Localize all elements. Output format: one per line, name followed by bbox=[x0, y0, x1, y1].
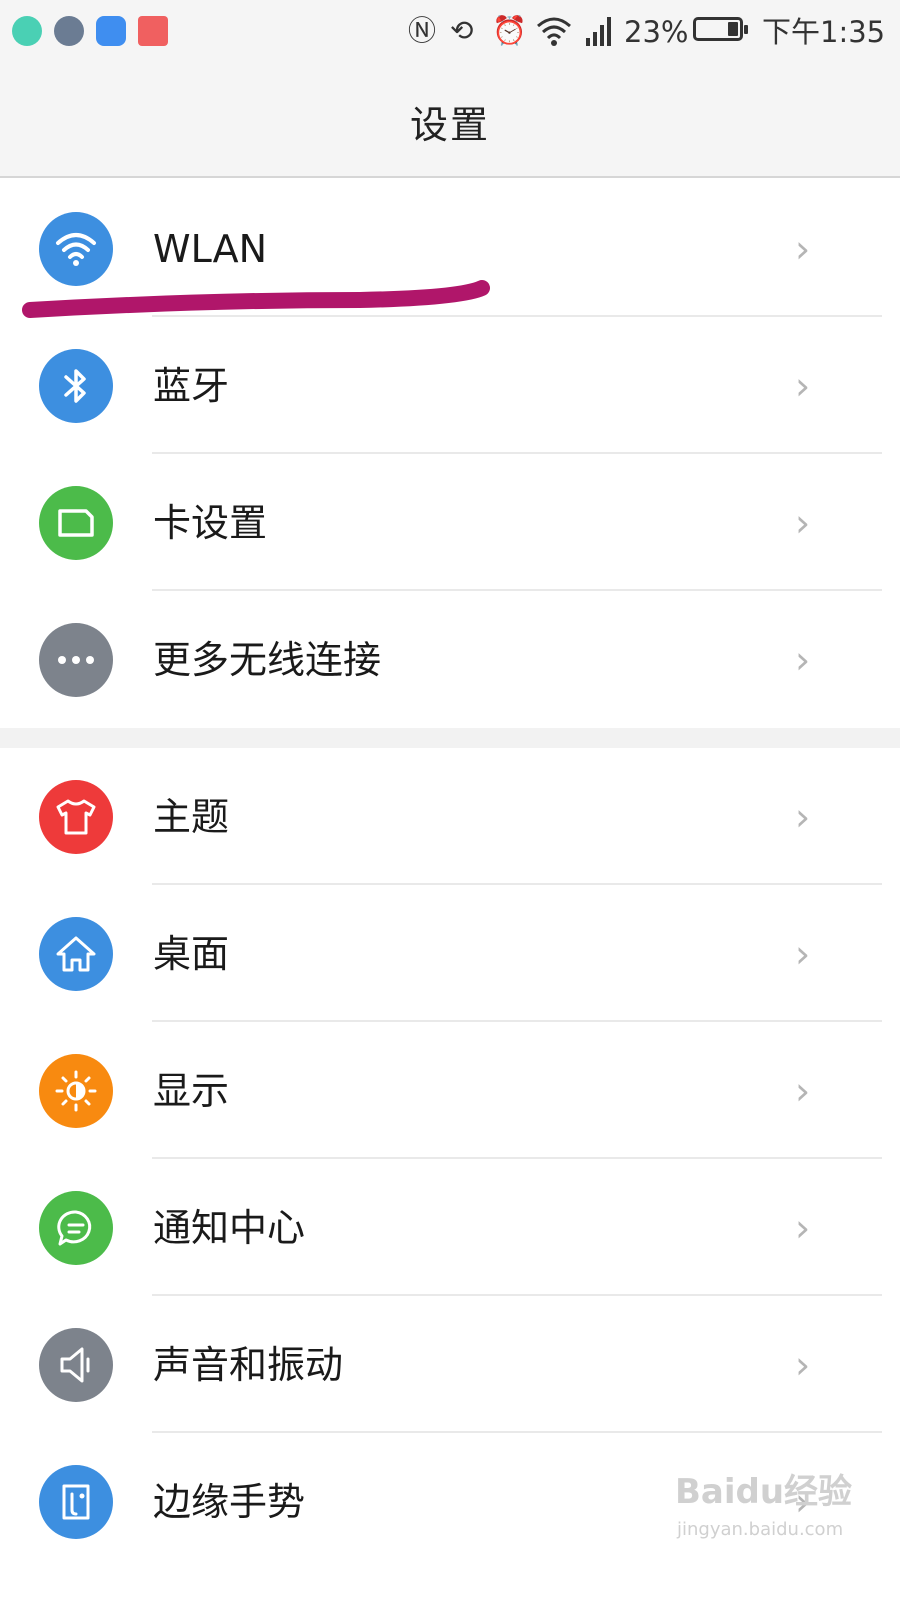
rotation-icon: ⟲ bbox=[450, 14, 474, 47]
settings-item-label: 卡设置 bbox=[153, 501, 268, 545]
settings-group-connectivity: WLAN › 蓝牙 › 卡设置 › 更多无线连接 › bbox=[0, 180, 900, 728]
app-notification-icon bbox=[12, 16, 42, 46]
settings-item-desktop[interactable]: 桌面 › bbox=[0, 885, 900, 1022]
watermark-logo: Baidu经验 bbox=[675, 1472, 853, 1512]
chevron-right-icon: › bbox=[795, 638, 811, 682]
settings-item-label: 桌面 bbox=[153, 932, 230, 976]
brightness-icon bbox=[39, 1054, 113, 1128]
status-bar: Ⓝ ⟲ ⏰ 23% 下午1:35 bbox=[0, 0, 900, 64]
title-bar: 设置 bbox=[0, 64, 900, 178]
chevron-right-icon: › bbox=[795, 364, 811, 408]
shopping-notification-icon bbox=[138, 16, 168, 46]
settings-item-label: 通知中心 bbox=[153, 1206, 306, 1250]
chevron-right-icon: › bbox=[795, 1206, 811, 1250]
settings-item-label: 显示 bbox=[153, 1069, 230, 1113]
settings-item-label: 更多无线连接 bbox=[153, 638, 382, 682]
settings-group-personalization: 主题 › 桌面 › 显示 › 通知中心 › 声音和振动 › 边缘手势 › bbox=[0, 748, 900, 1570]
baidu-watermark: Baidu经验 jingyan.baidu.com bbox=[675, 1470, 875, 1550]
message-icon bbox=[39, 1191, 113, 1265]
settings-item-notification-center[interactable]: 通知中心 › bbox=[0, 1159, 900, 1296]
home-icon bbox=[39, 917, 113, 991]
settings-item-theme[interactable]: 主题 › bbox=[0, 748, 900, 885]
page-title: 设置 bbox=[409, 103, 490, 147]
battery-icon bbox=[693, 17, 748, 41]
wifi-icon bbox=[39, 212, 113, 286]
speaker-icon bbox=[39, 1328, 113, 1402]
alarm-icon: ⏰ bbox=[492, 14, 527, 47]
chevron-right-icon: › bbox=[795, 501, 811, 545]
nfc-icon: Ⓝ bbox=[408, 14, 437, 47]
settings-item-sound-vibration[interactable]: 声音和振动 › bbox=[0, 1296, 900, 1433]
settings-item-label: 声音和振动 bbox=[153, 1343, 344, 1387]
more-icon bbox=[39, 623, 113, 697]
shield-notification-icon bbox=[96, 16, 126, 46]
chevron-right-icon: › bbox=[795, 1343, 811, 1387]
settings-item-label: WLAN bbox=[153, 227, 268, 271]
clock: 下午1:35 bbox=[762, 15, 886, 49]
tshirt-icon bbox=[39, 780, 113, 854]
settings-item-bluetooth[interactable]: 蓝牙 › bbox=[0, 317, 900, 454]
edge-gesture-icon bbox=[39, 1465, 113, 1539]
settings-item-label: 蓝牙 bbox=[153, 364, 230, 408]
chevron-right-icon: › bbox=[795, 932, 811, 976]
watermark-url: jingyan.baidu.com bbox=[677, 1519, 844, 1540]
settings-item-label: 主题 bbox=[153, 795, 230, 839]
settings-item-label: 边缘手势 bbox=[153, 1480, 306, 1524]
settings-item-display[interactable]: 显示 › bbox=[0, 1022, 900, 1159]
chevron-right-icon: › bbox=[795, 795, 811, 839]
settings-item-sim-card[interactable]: 卡设置 › bbox=[0, 454, 900, 591]
settings-item-more-wireless[interactable]: 更多无线连接 › bbox=[0, 591, 900, 728]
sim-card-icon bbox=[39, 486, 113, 560]
bluetooth-icon bbox=[39, 349, 113, 423]
chevron-right-icon: › bbox=[795, 227, 811, 271]
group-separator bbox=[0, 728, 900, 748]
screenshot-notification-icon bbox=[54, 16, 84, 46]
chevron-right-icon: › bbox=[795, 1069, 811, 1113]
wifi-status-icon bbox=[537, 17, 571, 46]
battery-percent: 23% bbox=[624, 15, 689, 49]
settings-item-wlan[interactable]: WLAN › bbox=[0, 180, 900, 317]
signal-icon bbox=[586, 17, 611, 46]
